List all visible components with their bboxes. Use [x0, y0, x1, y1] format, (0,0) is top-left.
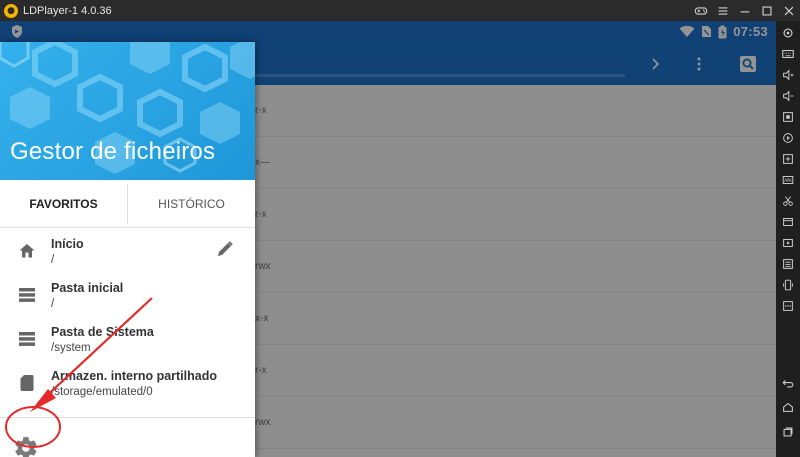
favorite-item-label: Pasta de Sistema — [51, 325, 154, 339]
gamepad-icon[interactable] — [690, 0, 712, 21]
drawer-tabs: FAVORITOS HISTÓRICO — [0, 180, 255, 228]
android-screen: 07:53 r-x x— r-x rwx x-x r-x rwx Gestor … — [0, 21, 776, 457]
scissors-icon[interactable] — [776, 191, 800, 211]
title-bar: ● LDPlayer-1 4.0.36 — [0, 0, 800, 21]
apk-install-icon[interactable]: APK — [776, 170, 800, 190]
recents-icon[interactable] — [776, 422, 800, 442]
favorite-item-path: / — [51, 298, 55, 310]
favorite-item-path: / — [51, 254, 55, 266]
close-icon[interactable] — [778, 0, 800, 21]
navigation-drawer: Gestor de ficheiros FAVORITOS HISTÓRICO … — [0, 42, 255, 457]
emulator-side-toolbar: APK — [776, 21, 800, 457]
fullscreen-icon[interactable] — [776, 107, 800, 127]
favorite-item-inicio[interactable]: Início / — [0, 229, 255, 273]
maximize-icon[interactable] — [756, 0, 778, 21]
edit-favorites-button[interactable] — [214, 238, 236, 260]
rotate-icon[interactable] — [776, 275, 800, 295]
storage-icon — [19, 288, 35, 302]
drawer-title: Gestor de ficheiros — [10, 138, 216, 165]
drawer-divider — [0, 417, 255, 418]
favorite-item-path: /system — [51, 342, 91, 354]
tab-historico[interactable]: HISTÓRICO — [128, 180, 255, 228]
record-icon[interactable] — [776, 128, 800, 148]
back-icon[interactable] — [776, 373, 800, 393]
favorite-item-path: /storage/emulated/0 — [51, 386, 153, 398]
favorite-item-pasta-inicial[interactable]: Pasta inicial / — [0, 273, 255, 317]
menu-icon[interactable] — [712, 0, 734, 21]
window-controls — [690, 0, 800, 21]
favorite-item-pasta-sistema[interactable]: Pasta de Sistema /system — [0, 317, 255, 361]
more-icon[interactable] — [776, 296, 800, 316]
svg-text:APK: APK — [784, 178, 792, 183]
ldplayer-logo-icon: ● — [4, 3, 18, 18]
drawer-header: Gestor de ficheiros — [0, 42, 255, 180]
favorite-item-label: Início — [51, 237, 84, 251]
settings-button[interactable] — [10, 432, 42, 457]
volume-up-icon[interactable] — [776, 65, 800, 85]
home-icon — [19, 244, 35, 258]
tab-favoritos[interactable]: FAVORITOS — [0, 180, 127, 228]
window-title: LDPlayer-1 4.0.36 — [23, 4, 112, 17]
emulator-window: ● LDPlayer-1 4.0.36 APK 07:53 r-x x— r-x… — [0, 0, 800, 457]
minimize-icon[interactable] — [734, 0, 756, 21]
pencil-icon — [218, 241, 233, 256]
file-list-icon[interactable] — [776, 254, 800, 274]
favorites-list: Início / Pasta inicial / Pasta de Sistem… — [0, 229, 255, 417]
favorite-item-armazen-interno[interactable]: Armazen. interno partilhado /storage/emu… — [0, 361, 255, 405]
favorite-item-label: Pasta inicial — [51, 281, 124, 295]
add-apk-icon[interactable] — [776, 149, 800, 169]
favorite-item-label: Armazen. interno partilhado — [51, 369, 217, 383]
home-nav-icon[interactable] — [776, 397, 800, 417]
volume-down-icon[interactable] — [776, 86, 800, 106]
sd-card-icon — [20, 375, 34, 391]
video-icon[interactable] — [776, 233, 800, 253]
gear-icon — [15, 437, 37, 457]
storage-icon — [19, 332, 35, 346]
multi-window-icon[interactable] — [776, 212, 800, 232]
keyboard-icon[interactable] — [776, 44, 800, 64]
settings-gear-icon[interactable] — [776, 23, 800, 43]
